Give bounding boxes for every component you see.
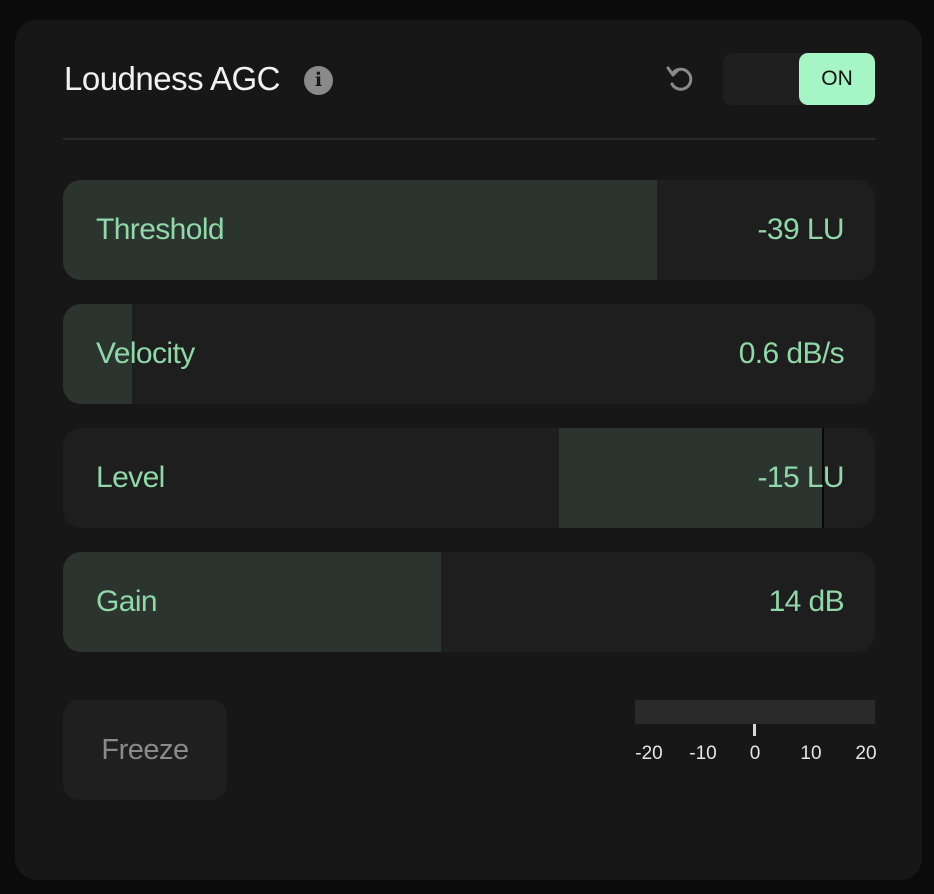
- meter-tick-label: 20: [855, 743, 877, 764]
- level-meter: Level -15 LU: [63, 428, 875, 528]
- meter-bar: [635, 700, 875, 724]
- toggle-on-label: ON: [799, 53, 875, 105]
- threshold-label: Threshold: [96, 213, 225, 246]
- meter-tick-label: 10: [800, 743, 822, 764]
- agc-panel: Loudness AGC i ON Threshold -39 LU Veloc…: [15, 20, 922, 880]
- meter-indicator: [753, 724, 756, 736]
- velocity-slider[interactable]: Velocity 0.6 dB/s: [63, 304, 875, 404]
- meter-tick-label: -20: [635, 743, 663, 764]
- freeze-button[interactable]: Freeze: [63, 700, 227, 800]
- info-icon[interactable]: i: [304, 66, 333, 95]
- meter-tick-label: -10: [689, 743, 717, 764]
- threshold-slider[interactable]: Threshold -39 LU: [63, 180, 875, 280]
- gain-value: 14 dB: [768, 585, 845, 618]
- meter-tick-label: 0: [749, 743, 761, 764]
- gain-label: Gain: [96, 585, 158, 618]
- velocity-label: Velocity: [96, 337, 195, 370]
- panel-header: Loudness AGC i ON: [64, 52, 876, 108]
- level-label: Level: [96, 461, 165, 494]
- level-value: -15 LU: [757, 461, 845, 494]
- gain-meter: Gain 14 dB: [63, 552, 875, 652]
- header-divider: [63, 138, 875, 140]
- gain-reduction-meter: -20 -10 0 10 20: [635, 700, 877, 775]
- threshold-value: -39 LU: [757, 213, 845, 246]
- panel-title: Loudness AGC: [64, 60, 280, 97]
- velocity-value: 0.6 dB/s: [738, 337, 845, 370]
- agc-toggle[interactable]: ON: [723, 53, 875, 105]
- reset-icon[interactable]: [664, 63, 696, 95]
